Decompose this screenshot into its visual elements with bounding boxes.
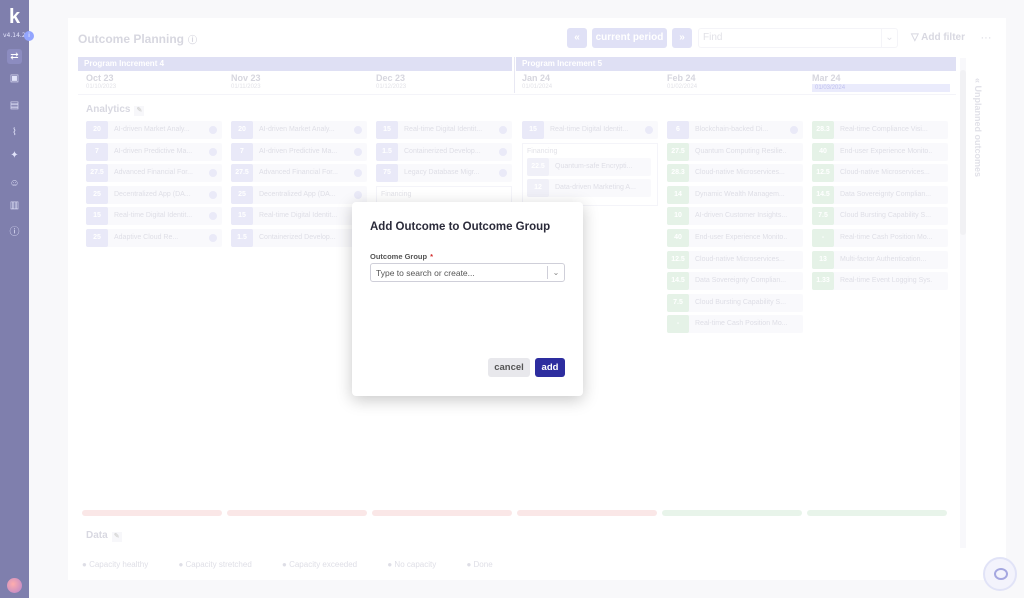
outcome-group-label: Outcome Group * xyxy=(370,252,433,261)
cancel-button[interactable]: cancel xyxy=(488,358,530,377)
outcome-group-select[interactable]: ⌄ xyxy=(370,263,565,282)
outcome-group-input[interactable] xyxy=(371,264,547,281)
field-label-text: Outcome Group xyxy=(370,252,428,261)
add-outcome-modal: Add Outcome to Outcome Group Outcome Gro… xyxy=(352,202,583,396)
add-button[interactable]: add xyxy=(535,358,565,377)
chevron-down-icon[interactable]: ⌄ xyxy=(548,264,564,281)
modal-title: Add Outcome to Outcome Group xyxy=(370,221,551,233)
required-asterisk: * xyxy=(430,252,434,261)
